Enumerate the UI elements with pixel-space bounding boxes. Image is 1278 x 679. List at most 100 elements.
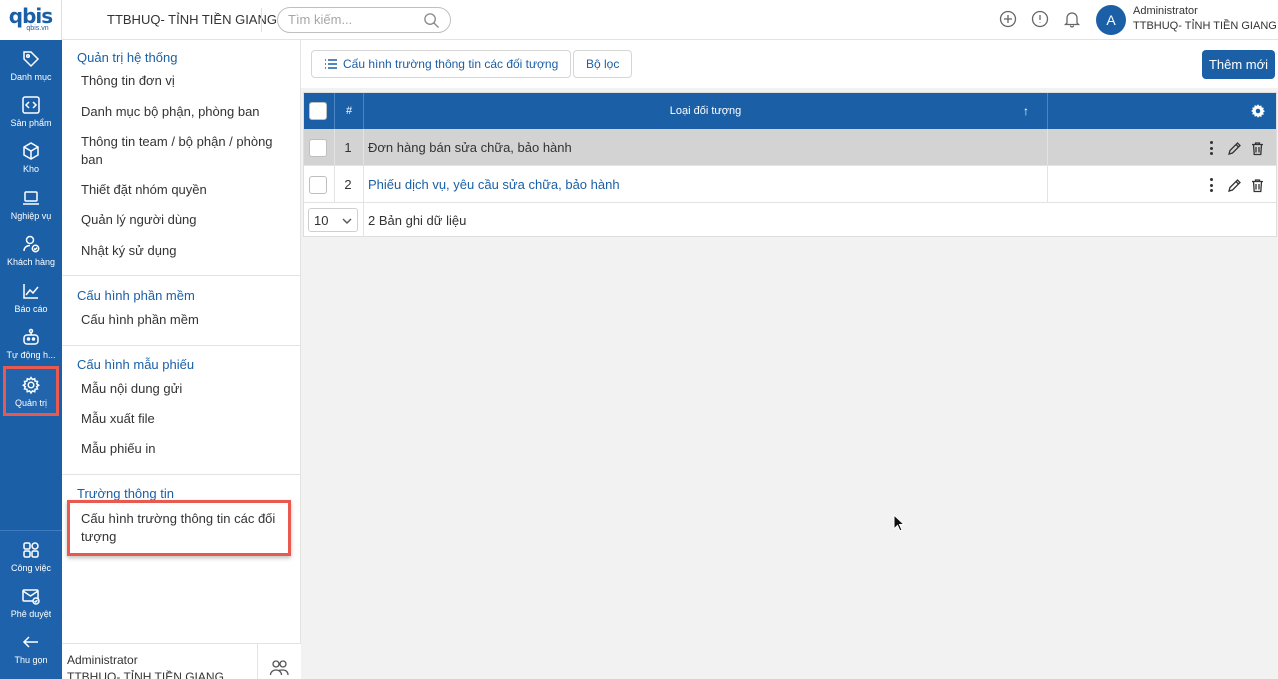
submenu-item-mau-noi-dung-gui[interactable]: Mẫu nội dung gửi bbox=[81, 380, 286, 398]
more-vertical-icon[interactable] bbox=[1203, 176, 1219, 194]
table-row[interactable]: 2 Phiếu dịch vụ, yêu cầu sửa chữa, bảo h… bbox=[304, 166, 1276, 203]
column-header-type[interactable]: Loại đối tượng bbox=[364, 93, 1047, 129]
row-number: 2 bbox=[344, 177, 352, 192]
rail-item-label: Sản phẩm bbox=[10, 117, 52, 128]
bell-icon bbox=[1063, 12, 1081, 28]
add-new-button[interactable]: Thêm mới bbox=[1202, 50, 1275, 79]
avatar[interactable]: A bbox=[1096, 5, 1126, 35]
record-count: 2 Bản ghi dữ liệu bbox=[368, 213, 467, 228]
users-icon[interactable] bbox=[269, 658, 289, 678]
rail-item-phe-duyet[interactable]: Phê duyệt bbox=[0, 579, 62, 625]
org-title: TTBHUQ- TỈNH TIỀN GIANG bbox=[107, 12, 277, 27]
rail-item-nghiep-vu[interactable]: Nghiệp vụ bbox=[0, 181, 62, 227]
notification-button[interactable] bbox=[1063, 10, 1083, 30]
logo-subtext: qbis.vn bbox=[26, 25, 49, 32]
chevron-down-icon bbox=[342, 218, 352, 224]
main-content: Cấu hình trường thông tin các đối tượng … bbox=[301, 40, 1278, 679]
grid-header: # Loại đối tượng ↑ bbox=[304, 93, 1276, 129]
mouse-cursor-icon bbox=[893, 514, 905, 532]
rail-item-quan-tri[interactable]: Quản trị bbox=[3, 366, 59, 416]
rail-bottom-section: Công việc Phê duyệt Thu gọn bbox=[0, 530, 62, 679]
rail-item-label: Khách hàng bbox=[6, 256, 56, 267]
rail-item-label: Quản trị bbox=[14, 397, 47, 408]
row-checkbox[interactable] bbox=[309, 139, 327, 157]
row-object-type[interactable]: Phiếu dịch vụ, yêu cầu sửa chữa, bảo hàn… bbox=[368, 177, 620, 192]
cell-divider bbox=[1047, 129, 1048, 166]
grid-icon bbox=[23, 541, 39, 558]
submenu-item-danh-muc-bo-phan[interactable]: Danh mục bộ phận, phòng ban bbox=[81, 103, 286, 121]
rail-item-bao-cao[interactable]: Báo cáo bbox=[0, 274, 62, 320]
info-button[interactable] bbox=[1031, 10, 1051, 30]
row-number: 1 bbox=[344, 140, 352, 155]
grid-settings-button[interactable] bbox=[1248, 93, 1268, 129]
trash-icon[interactable] bbox=[1250, 141, 1265, 156]
top-header: TTBHUQ- TỈNH TIỀN GIANG A Administrator … bbox=[62, 0, 1278, 40]
rail-item-san-pham[interactable]: Sản phẩm bbox=[0, 88, 62, 134]
page-size-select[interactable]: 10 bbox=[308, 208, 358, 232]
submenu-item-cau-hinh-phan-mem[interactable]: Cấu hình phần mềm bbox=[81, 311, 286, 329]
tag-icon bbox=[23, 50, 40, 67]
row-actions bbox=[1203, 139, 1273, 157]
rail-item-label: Công việc bbox=[10, 562, 52, 573]
cell-divider bbox=[334, 129, 335, 166]
rail-item-label: Phê duyệt bbox=[10, 608, 52, 619]
rail-item-kho[interactable]: Kho bbox=[0, 134, 62, 180]
select-all-cell bbox=[308, 93, 328, 129]
rail-item-label: Kho bbox=[22, 163, 39, 174]
rail-item-cong-viec[interactable]: Công việc bbox=[0, 533, 62, 579]
edit-icon[interactable] bbox=[1227, 141, 1242, 156]
rail-item-label: Danh mục bbox=[10, 71, 52, 82]
submenu-item-mau-phieu-in[interactable]: Mẫu phiếu in bbox=[81, 440, 286, 458]
submenu-item-nhat-ky[interactable]: Nhật ký sử dụng bbox=[81, 242, 286, 260]
config-fields-button[interactable]: Cấu hình trường thông tin các đối tượng bbox=[311, 50, 572, 78]
rail-item-label: Báo cáo bbox=[14, 303, 48, 314]
rail-item-danh-muc[interactable]: Danh mục bbox=[0, 42, 62, 88]
cell-divider bbox=[363, 166, 364, 203]
rail-item-label: Tự động h... bbox=[6, 349, 56, 360]
header-divider bbox=[1047, 93, 1048, 129]
submenu-item-thong-tin-don-vi[interactable]: Thông tin đơn vị bbox=[81, 72, 286, 90]
header-divider bbox=[261, 8, 262, 32]
alert-circle-icon bbox=[1031, 10, 1049, 28]
plus-circle-icon bbox=[999, 10, 1017, 28]
rail-item-khach-hang[interactable]: Khách hàng bbox=[0, 227, 62, 273]
rail-item-label: Nghiệp vụ bbox=[10, 210, 52, 221]
submenu-divider bbox=[62, 345, 301, 346]
submenu-group-title: Cấu hình phần mềm bbox=[77, 288, 195, 303]
object-type-grid: # Loại đối tượng ↑ 1 Đơn hàng bán sửa ch… bbox=[303, 92, 1277, 237]
logo-text: qbis bbox=[8, 4, 53, 28]
grid-footer: 10 2 Bản ghi dữ liệu bbox=[304, 203, 1276, 237]
cell-divider bbox=[334, 166, 335, 203]
search-box[interactable] bbox=[277, 7, 451, 33]
sort-ascending-icon[interactable]: ↑ bbox=[1016, 93, 1036, 129]
logo[interactable]: qbis qbis.vn bbox=[0, 0, 62, 40]
submenu-item-mau-xuat-file[interactable]: Mẫu xuất file bbox=[81, 410, 286, 428]
config-fields-label: Cấu hình trường thông tin các đối tượng bbox=[343, 57, 559, 71]
robot-icon bbox=[23, 328, 39, 345]
trash-icon[interactable] bbox=[1250, 178, 1265, 193]
submenu-item-cau-hinh-truong-thong-tin[interactable]: Cấu hình trường thông tin các đối tượng bbox=[81, 510, 286, 546]
row-checkbox[interactable] bbox=[309, 176, 327, 194]
select-all-checkbox[interactable] bbox=[309, 102, 327, 120]
submenu-item-thong-tin-team[interactable]: Thông tin team / bộ phận / phòng ban bbox=[81, 133, 286, 169]
submenu-footer: Administrator TTBHUQ- TỈNH TIỀN GIANG bbox=[62, 643, 301, 679]
submenu-item-quan-ly-nguoi-dung[interactable]: Quản lý người dùng bbox=[81, 211, 286, 229]
table-row[interactable]: 1 Đơn hàng bán sửa chữa, bảo hành bbox=[304, 129, 1276, 166]
submenu-item-nhom-quyen[interactable]: Thiết đặt nhóm quyền bbox=[81, 181, 286, 199]
rail-item-tu-dong-hoa[interactable]: Tự động h... bbox=[0, 320, 62, 366]
add-circle-button[interactable] bbox=[999, 10, 1019, 30]
filter-label: Bộ lọc bbox=[586, 57, 620, 71]
submenu-divider bbox=[62, 275, 301, 276]
arrow-left-icon bbox=[22, 635, 38, 648]
filter-button[interactable]: Bộ lọc bbox=[573, 50, 633, 78]
edit-icon[interactable] bbox=[1227, 178, 1242, 193]
rail-item-thu-gon[interactable]: Thu gọn bbox=[0, 625, 62, 671]
rail-item-label: Thu gọn bbox=[14, 654, 48, 665]
laptop-icon bbox=[23, 190, 39, 205]
admin-submenu: Quản trị hệ thống Thông tin đơn vị Danh … bbox=[62, 40, 301, 679]
search-input[interactable] bbox=[288, 12, 418, 27]
row-object-type[interactable]: Đơn hàng bán sửa chữa, bảo hành bbox=[368, 140, 572, 155]
more-vertical-icon[interactable] bbox=[1203, 139, 1219, 157]
submenu-group-title: Quản trị hệ thống bbox=[77, 50, 178, 65]
code-box-icon bbox=[22, 95, 40, 114]
